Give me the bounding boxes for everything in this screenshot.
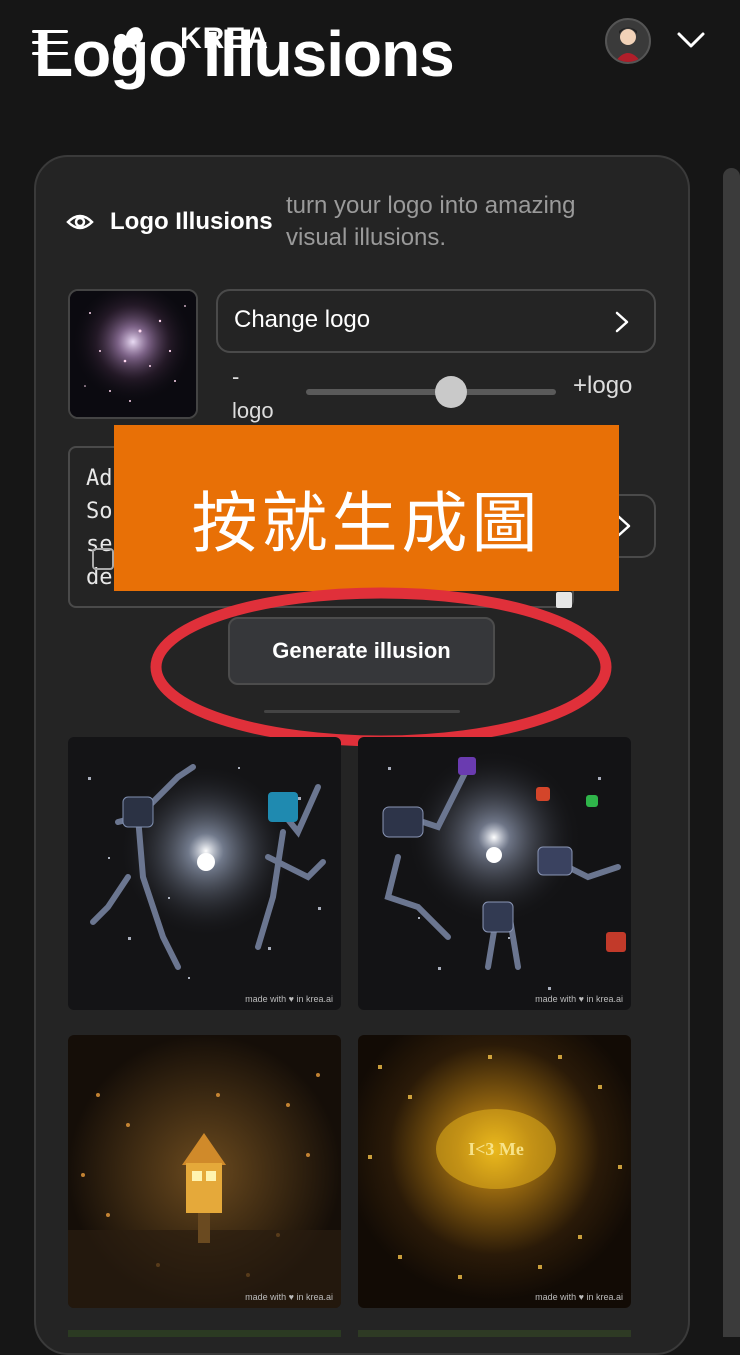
- result-image[interactable]: made with ♥ in krea.ai: [68, 737, 341, 1010]
- result-image[interactable]: made with ♥ in krea.ai: [68, 1035, 341, 1308]
- page-title-overlay: Logo Illusions: [34, 18, 455, 90]
- uploaded-logo-thumbnail[interactable]: [68, 289, 198, 419]
- slider-thumb[interactable]: [435, 376, 467, 408]
- result-image-partial[interactable]: [358, 1330, 631, 1337]
- watermark-text: made with ♥ in krea.ai: [535, 994, 623, 1004]
- slider-min-label: - logo: [232, 364, 274, 423]
- dice-icon[interactable]: [92, 548, 114, 570]
- watermark-text: made with ♥ in krea.ai: [245, 1292, 333, 1302]
- result-image[interactable]: made with ♥ in krea.ai: [358, 737, 631, 1010]
- panel-title: Logo Illusions: [110, 208, 273, 235]
- result-image[interactable]: I<3 Me made with ♥ in krea.ai: [358, 1035, 631, 1308]
- logo-strength-slider[interactable]: [306, 389, 556, 395]
- scrollbar[interactable]: [723, 168, 740, 1337]
- eye-icon: [66, 210, 94, 234]
- annotation-ring: [148, 585, 614, 750]
- change-logo-label: Change logo: [234, 306, 371, 333]
- annotation-banner-text: 按就生成圖: [191, 485, 542, 562]
- result-image-partial[interactable]: [68, 1330, 341, 1337]
- slider-max-label: +logo: [573, 372, 633, 399]
- avatar[interactable]: [605, 18, 651, 64]
- panel-subtitle: turn your logo into amazing visual illus…: [286, 192, 576, 251]
- watermark-text: made with ♥ in krea.ai: [535, 1292, 623, 1302]
- tile-overlay-text: I<3 Me: [468, 1139, 524, 1159]
- chevron-down-icon[interactable]: [676, 28, 706, 52]
- watermark-text: made with ♥ in krea.ai: [245, 994, 333, 1004]
- chevron-right-icon: [612, 310, 632, 334]
